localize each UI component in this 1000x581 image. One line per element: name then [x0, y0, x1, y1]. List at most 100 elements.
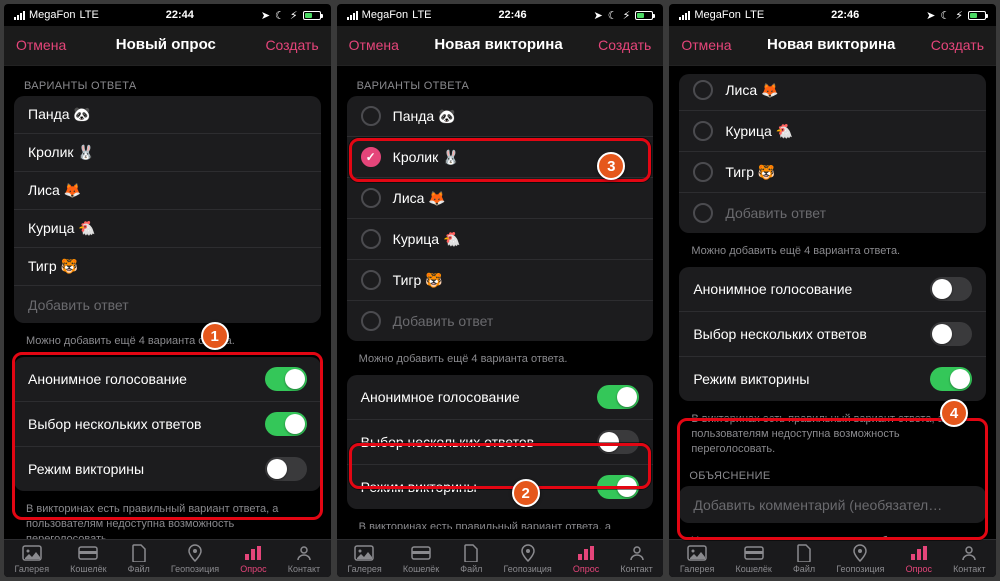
- add-answer-row[interactable]: Добавить ответ: [347, 301, 654, 341]
- setting-multi[interactable]: Выбор нескольких ответов: [679, 312, 986, 357]
- radio-icon[interactable]: [361, 311, 381, 331]
- answer-row[interactable]: Лиса 🦊: [347, 178, 654, 219]
- radio-checked-icon[interactable]: [361, 147, 381, 167]
- toggle[interactable]: [265, 457, 307, 481]
- quiz-note: В викторинах есть правильный вариант отв…: [347, 515, 654, 529]
- radio-icon[interactable]: [361, 229, 381, 249]
- tab-poll[interactable]: Опрос: [906, 544, 932, 574]
- tab-wallet[interactable]: Кошелёк: [70, 544, 106, 574]
- nav-title: Новая викторина: [767, 36, 895, 53]
- create-button[interactable]: Создать: [931, 37, 984, 53]
- toggle[interactable]: [930, 367, 972, 391]
- toggle[interactable]: [265, 367, 307, 391]
- toggle[interactable]: [597, 475, 639, 499]
- clock: 22:46: [498, 9, 526, 21]
- setting-multi[interactable]: Выбор нескольких ответов: [347, 420, 654, 465]
- toggle[interactable]: [265, 412, 307, 436]
- nav-bar: Отмена Новый опрос Создать: [4, 26, 331, 66]
- answer-row[interactable]: Лиса 🦊: [679, 74, 986, 111]
- more-answers-note: Можно добавить ещё 4 варианта ответа.: [347, 347, 654, 375]
- tab-contact[interactable]: Контакт: [953, 544, 985, 574]
- tab-geo[interactable]: Геопозиция: [171, 544, 219, 574]
- setting-anon[interactable]: Анонимное голосование: [14, 357, 321, 402]
- radio-icon[interactable]: [361, 188, 381, 208]
- answer-row[interactable]: Кролик 🐰: [14, 134, 321, 172]
- clock: 22:46: [831, 9, 859, 21]
- answer-row[interactable]: Лиса 🦊: [14, 172, 321, 210]
- more-answers-note: Можно добавить ещё 4 варианта ответа.: [679, 239, 986, 267]
- tab-gallery[interactable]: Галерея: [15, 544, 50, 574]
- phone-screen-2: MegaFon LTE 22:46 ➤☾⚡︎ Отмена Новая викт…: [337, 4, 664, 577]
- answer-row[interactable]: Тигр 🐯: [347, 260, 654, 301]
- answers-card: Панда 🐼 Кролик 🐰 Лиса 🦊 Курица 🐔 Тигр 🐯 …: [347, 96, 654, 341]
- tab-bar: Галерея Кошелёк Файл Геопозиция Опрос Ко…: [337, 539, 664, 577]
- radio-icon[interactable]: [693, 121, 713, 141]
- tab-contact[interactable]: Контакт: [288, 544, 320, 574]
- step-badge-1: 1: [201, 322, 229, 350]
- location-icon: [184, 544, 206, 562]
- wallet-icon: [77, 544, 99, 562]
- answer-row[interactable]: Тигр 🐯: [14, 248, 321, 286]
- phone-screen-1: MegaFon LTE 22:44 ➤ ☾ ⚡︎ Отмена Новый оп…: [4, 4, 331, 577]
- signal-icon: [679, 10, 690, 20]
- clock: 22:44: [166, 9, 194, 21]
- battery-icon: [635, 11, 653, 20]
- settings-card: Анонимное голосование Выбор нескольких о…: [14, 357, 321, 491]
- charge-icon: ⚡︎: [290, 9, 298, 22]
- setting-multi[interactable]: Выбор нескольких ответов: [14, 402, 321, 447]
- section-answers-label: ВАРИАНТЫ ОТВЕТА: [14, 74, 321, 96]
- create-button[interactable]: Создать: [265, 37, 318, 53]
- gallery-icon: [21, 544, 43, 562]
- section-answers-label: ВАРИАНТЫ ОТВЕТА: [347, 74, 654, 96]
- answer-row[interactable]: Курица 🐔: [679, 111, 986, 152]
- nav-title: Новый опрос: [116, 36, 216, 53]
- setting-anon[interactable]: Анонимное голосование: [347, 375, 654, 420]
- toggle[interactable]: [930, 277, 972, 301]
- add-answer-row[interactable]: Добавить ответ: [679, 193, 986, 233]
- setting-quiz[interactable]: Режим викторины: [14, 447, 321, 491]
- radio-icon[interactable]: [693, 80, 713, 100]
- add-answer-row[interactable]: Добавить ответ: [14, 286, 321, 323]
- nav-bar: Отмена Новая викторина Создать: [337, 26, 664, 66]
- toggle[interactable]: [597, 430, 639, 454]
- answers-card: Панда 🐼 Кролик 🐰 Лиса 🦊 Курица 🐔 Тигр 🐯 …: [14, 96, 321, 323]
- status-bar: MegaFon LTE 22:46 ➤☾⚡︎: [669, 4, 996, 26]
- toggle[interactable]: [597, 385, 639, 409]
- tab-file[interactable]: Файл: [793, 544, 815, 574]
- tab-file[interactable]: Файл: [460, 544, 482, 574]
- tab-gallery[interactable]: Галерея: [680, 544, 715, 574]
- setting-quiz[interactable]: Режим викторины: [347, 465, 654, 509]
- answer-row[interactable]: Панда 🐼: [347, 96, 654, 137]
- toggle[interactable]: [930, 322, 972, 346]
- cancel-button[interactable]: Отмена: [16, 37, 66, 53]
- tab-gallery[interactable]: Галерея: [347, 544, 382, 574]
- tab-poll[interactable]: Опрос: [240, 544, 266, 574]
- tab-poll[interactable]: Опрос: [573, 544, 599, 574]
- settings-card: Анонимное голосование Выбор нескольких о…: [347, 375, 654, 509]
- answer-row[interactable]: Курица 🐔: [14, 210, 321, 248]
- loc-icon: ➤: [261, 9, 270, 22]
- setting-anon[interactable]: Анонимное голосование: [679, 267, 986, 312]
- create-button[interactable]: Создать: [598, 37, 651, 53]
- answer-row[interactable]: Тигр 🐯: [679, 152, 986, 193]
- tab-wallet[interactable]: Кошелёк: [403, 544, 439, 574]
- file-icon: [128, 544, 150, 562]
- more-answers-note: Можно добавить ещё 4 варианта ответа.: [14, 329, 321, 357]
- explain-input[interactable]: Добавить комментарий (необязател…: [679, 486, 986, 523]
- tab-wallet[interactable]: Кошелёк: [736, 544, 772, 574]
- tab-file[interactable]: Файл: [128, 544, 150, 574]
- tab-bar: Галерея Кошелёк Файл Геопозиция Опрос Ко…: [4, 539, 331, 577]
- cancel-button[interactable]: Отмена: [349, 37, 399, 53]
- radio-icon[interactable]: [361, 106, 381, 126]
- answer-row[interactable]: Панда 🐼: [14, 96, 321, 134]
- tab-geo[interactable]: Геопозиция: [504, 544, 552, 574]
- tab-geo[interactable]: Геопозиция: [836, 544, 884, 574]
- answer-row[interactable]: Курица 🐔: [347, 219, 654, 260]
- radio-icon[interactable]: [693, 203, 713, 223]
- radio-icon[interactable]: [693, 162, 713, 182]
- setting-quiz[interactable]: Режим викторины: [679, 357, 986, 401]
- tab-contact[interactable]: Контакт: [620, 544, 652, 574]
- radio-icon[interactable]: [361, 270, 381, 290]
- poll-icon: [242, 544, 264, 562]
- cancel-button[interactable]: Отмена: [681, 37, 731, 53]
